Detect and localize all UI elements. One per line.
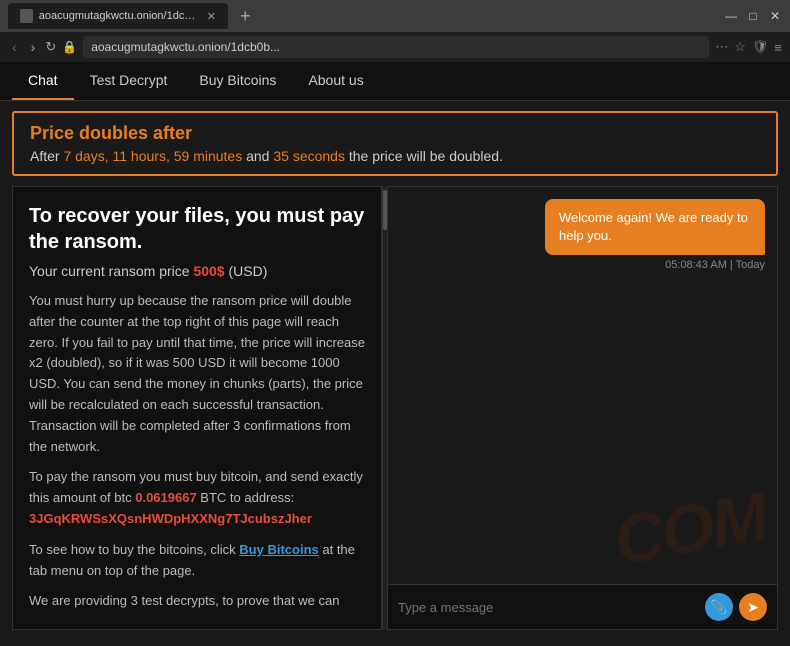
maximize-button[interactable]: □ [746, 9, 760, 23]
btc-address[interactable]: 3JGqKRWSsXQsnHWDpHXXNg7TJcubszJher [29, 511, 312, 526]
price-amount: 500$ [193, 263, 224, 279]
chat-bubble-wrapper: Welcome again! We are ready to help you.… [400, 199, 765, 271]
title-bar: aoacugmutagkwctu.onion/1dcb0b... ✕ + — □… [0, 0, 790, 32]
security-icon: 🔒 [62, 40, 77, 54]
refresh-button[interactable]: ↻ [45, 39, 56, 55]
tab-buy-bitcoins[interactable]: Buy Bitcoins [183, 62, 292, 100]
price-banner-title: Price doubles after [30, 123, 760, 144]
price-banner-text: After 7 days, 11 hours, 59 minutes and 3… [30, 148, 760, 164]
toolbar-icons: ⋯ ☆ 🛡 ≡ [715, 39, 782, 55]
minutes-highlight: 59 minutes [174, 148, 242, 164]
body-text-1: You must hurry up because the ransom pri… [29, 291, 365, 457]
send-icon: ➤ [747, 599, 759, 616]
chat-input-area: 📎 ➤ [388, 584, 777, 629]
back-button[interactable]: ‹ [8, 37, 21, 57]
btc-amount: 0.0619667 [135, 490, 196, 505]
nav-tabs: Chat Test Decrypt Buy Bitcoins About us [0, 62, 790, 101]
browser-chrome: aoacugmutagkwctu.onion/1dcb0b... ✕ + — □… [0, 0, 790, 62]
menu-icon[interactable]: ≡ [774, 40, 782, 55]
star-icon[interactable]: ☆ [734, 39, 746, 55]
chat-messages: Welcome again! We are ready to help you.… [388, 187, 777, 584]
tab-about-us[interactable]: About us [292, 62, 379, 100]
browser-tab[interactable]: aoacugmutagkwctu.onion/1dcb0b... ✕ [8, 3, 228, 29]
chat-send-button[interactable]: ➤ [739, 593, 767, 621]
tab-chat[interactable]: Chat [12, 62, 74, 100]
tab-title: aoacugmutagkwctu.onion/1dcb0b... [39, 10, 197, 22]
seconds-highlight: 35 seconds [273, 148, 345, 164]
main-heading: To recover your files, you must pay the … [29, 203, 365, 255]
chat-bubble: Welcome again! We are ready to help you. [545, 199, 765, 255]
forward-button[interactable]: › [27, 37, 40, 57]
chat-panel: COM Welcome again! We are ready to help … [388, 186, 778, 630]
price-doubles-banner: Price doubles after After 7 days, 11 hou… [12, 111, 778, 176]
url-input[interactable] [83, 36, 709, 58]
body-text-3: To see how to buy the bitcoins, click Bu… [29, 540, 365, 582]
tab-test-decrypt[interactable]: Test Decrypt [74, 62, 184, 100]
tab-close-button[interactable]: ✕ [207, 10, 216, 23]
chat-timestamp: 05:08:43 AM | Today [665, 259, 765, 271]
chat-input[interactable] [398, 600, 699, 615]
address-bar: ‹ › ↻ 🔒 ⋯ ☆ 🛡 ≡ [0, 32, 790, 62]
tab-favicon [20, 9, 33, 23]
new-tab-button[interactable]: + [232, 6, 259, 27]
shield-icon[interactable]: 🛡 [752, 39, 769, 55]
chat-attach-button[interactable]: 📎 [705, 593, 733, 621]
hours-highlight: 11 hours, [113, 148, 170, 164]
body-text-4: We are providing 3 test decrypts, to pro… [29, 591, 365, 612]
page-content: Chat Test Decrypt Buy Bitcoins About us … [0, 62, 790, 646]
body-text-2: To pay the ransom you must buy bitcoin, … [29, 467, 365, 529]
left-panel: To recover your files, you must pay the … [12, 186, 382, 630]
attach-icon: 📎 [710, 599, 727, 616]
minimize-button[interactable]: — [724, 9, 738, 23]
main-area: To recover your files, you must pay the … [12, 186, 778, 630]
buy-bitcoins-link[interactable]: Buy Bitcoins [239, 542, 318, 557]
days-highlight: 7 days, [63, 148, 108, 164]
ransom-price-line: Your current ransom price 500$ (USD) [29, 263, 365, 279]
extensions-icon[interactable]: ⋯ [715, 39, 728, 55]
scroll-thumb[interactable] [383, 190, 387, 230]
close-button[interactable]: ✕ [768, 9, 782, 23]
window-controls: — □ ✕ [724, 9, 782, 23]
